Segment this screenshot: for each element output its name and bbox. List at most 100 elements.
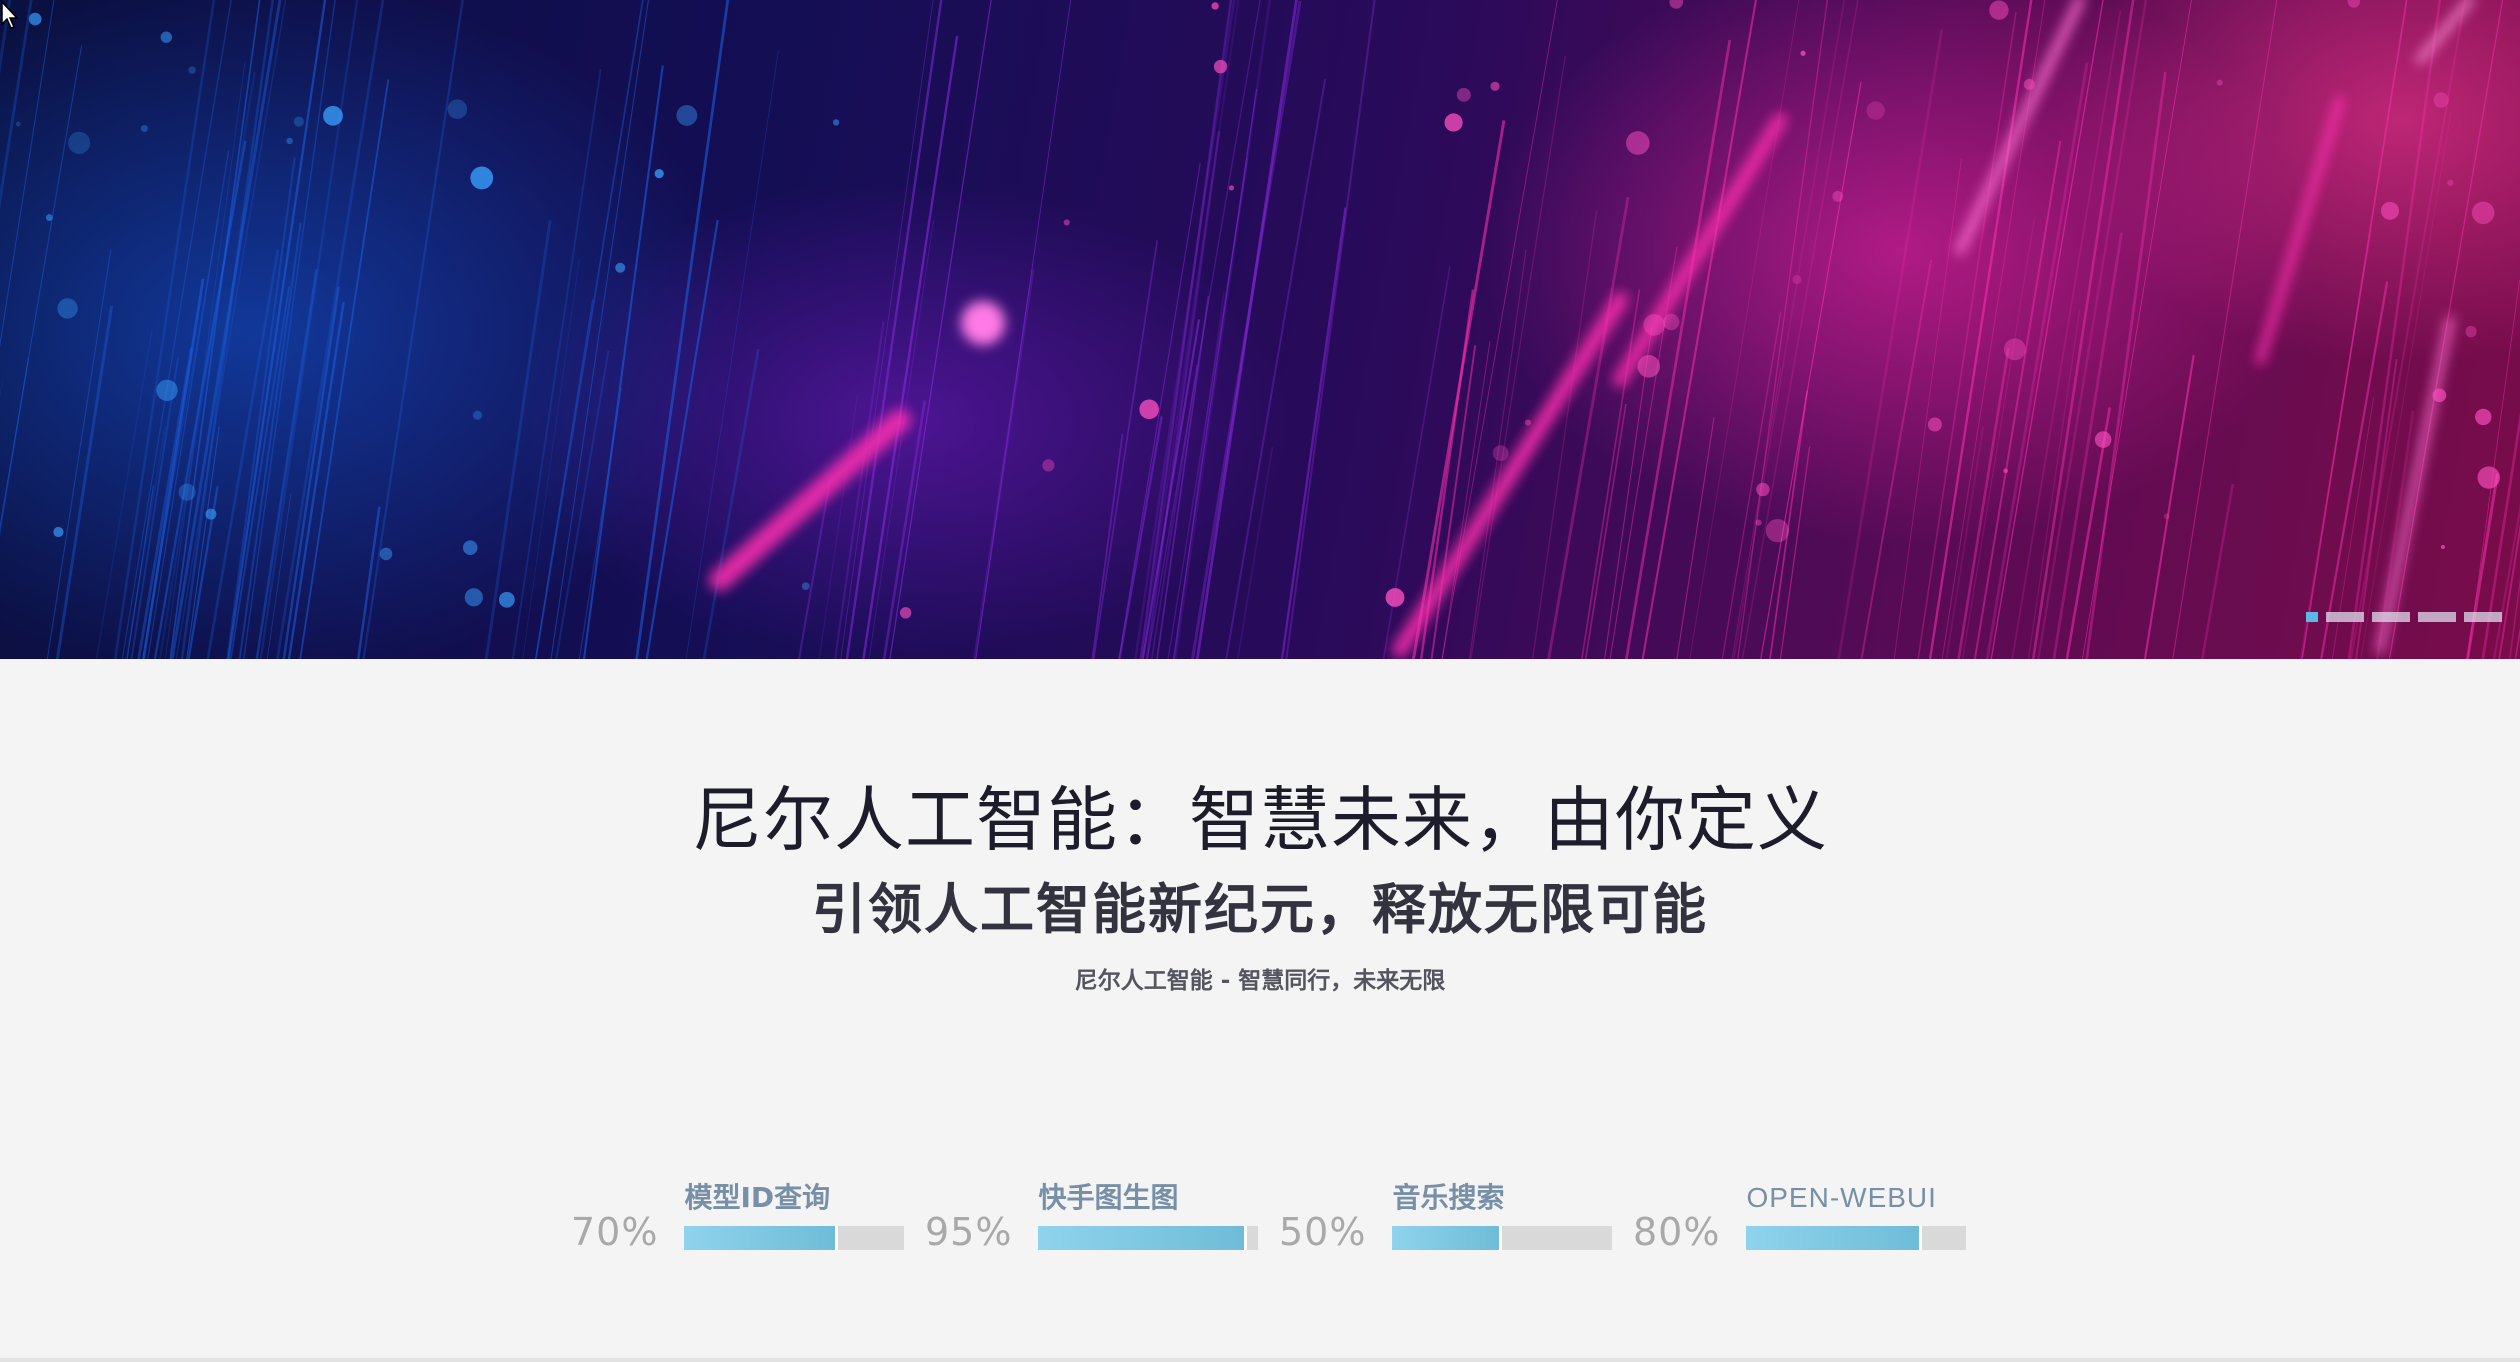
bokeh-dot xyxy=(1756,482,1770,497)
slider-pagination xyxy=(2306,612,2502,622)
light-streak xyxy=(1237,446,1274,659)
tagline: 尼尔人工智能 - 智慧同行，未来无限 xyxy=(1074,968,1446,994)
bokeh-dot xyxy=(1490,81,1500,91)
bokeh-dot xyxy=(323,105,343,126)
bokeh-dot xyxy=(615,262,626,273)
skill-item-music-search[interactable]: 50% 音乐搜索 xyxy=(1279,1180,1613,1254)
glow-streak xyxy=(2376,316,2454,654)
bokeh-dot xyxy=(1927,417,1942,432)
slider-dot-2[interactable] xyxy=(2326,612,2364,622)
light-streak xyxy=(702,348,760,659)
bokeh-dot xyxy=(188,66,196,74)
light-streak xyxy=(0,45,83,530)
bokeh-dot xyxy=(1444,113,1463,132)
light-streak xyxy=(1470,55,1566,659)
light-streak xyxy=(1173,0,1272,659)
skill-item-model-id[interactable]: 70% 模型ID查询 xyxy=(571,1180,905,1254)
progress-bar xyxy=(1038,1226,1259,1250)
light-streak xyxy=(0,358,30,537)
bokeh-dot xyxy=(2432,388,2447,403)
progress-fill xyxy=(1392,1226,1503,1250)
glow-orb xyxy=(961,301,1005,345)
light-streak xyxy=(0,0,33,210)
bokeh-dot xyxy=(498,591,515,608)
skills-list: 70% 模型ID查询 95% 快手图生图 50% 音乐搜索 80% OPEN-W… xyxy=(0,1180,2520,1254)
light-streak xyxy=(1731,367,1782,659)
skill-label[interactable]: 模型ID查询 xyxy=(684,1180,904,1216)
slider-dot-5[interactable] xyxy=(2464,612,2502,622)
light-streak xyxy=(1893,158,1962,659)
bokeh-dot xyxy=(1492,445,1509,462)
light-streak xyxy=(1990,0,2104,659)
bokeh-dot xyxy=(832,119,840,126)
glow-streak xyxy=(2255,95,2345,365)
skill-percent: 50% xyxy=(1279,1210,1367,1254)
bokeh-dot xyxy=(1800,50,1806,56)
bokeh-dot xyxy=(2347,0,2361,8)
slider-dot-1[interactable] xyxy=(2306,612,2318,622)
light-streak xyxy=(1741,0,1859,659)
bokeh-dot xyxy=(2023,78,2035,90)
bokeh-dot xyxy=(28,12,42,26)
light-streak xyxy=(1733,0,1846,659)
glow-streak xyxy=(2416,0,2474,64)
skill-item-kuaishou-img2img[interactable]: 95% 快手图生图 xyxy=(925,1180,1259,1254)
skill-label[interactable]: 音乐搜索 xyxy=(1392,1180,1612,1216)
light-streak xyxy=(645,219,719,659)
page: 尼尔人工智能：智慧未来，由你定义 引领人工智能新纪元，释放无限可能 尼尔人工智能… xyxy=(0,0,2520,1362)
light-streak xyxy=(1430,345,1477,659)
skill-item-open-webui[interactable]: 80% OPEN-WEBUI xyxy=(1633,1180,1967,1254)
light-streak xyxy=(1091,433,1124,659)
progress-fill xyxy=(1038,1226,1248,1250)
bokeh-dot xyxy=(470,166,494,190)
bokeh-dot xyxy=(447,99,468,119)
bokeh-dot xyxy=(2216,79,2223,86)
glow-streak xyxy=(1392,292,1628,658)
light-streak xyxy=(1547,196,1630,659)
bokeh-dot xyxy=(801,582,810,591)
bokeh-dot xyxy=(1643,314,1665,336)
skill-percent: 80% xyxy=(1633,1210,1721,1254)
light-streak xyxy=(1441,341,1491,659)
light-streak xyxy=(2465,473,2499,659)
light-streak xyxy=(2027,309,2081,659)
bokeh-dot xyxy=(140,124,148,132)
light-streak xyxy=(2085,71,2167,659)
light-streak xyxy=(362,0,464,659)
light-streak xyxy=(0,0,55,348)
bokeh-dot xyxy=(1792,274,1802,285)
main-title: 尼尔人工智能：智慧未来，由你定义 xyxy=(692,779,1828,861)
slider-dot-3[interactable] xyxy=(2372,612,2410,622)
skill-percent: 95% xyxy=(925,1210,1013,1254)
bokeh-dot xyxy=(205,508,217,520)
light-streak xyxy=(287,301,345,659)
bokeh-dot xyxy=(2433,92,2449,108)
light-streak xyxy=(550,0,649,659)
skill-percent: 70% xyxy=(571,1210,659,1254)
bokeh-dot xyxy=(1456,87,1471,102)
bokeh-dot xyxy=(654,169,664,179)
bokeh-dot xyxy=(2380,201,2399,220)
light-streak xyxy=(1280,207,1347,659)
bokeh-dot xyxy=(1755,519,1762,526)
bokeh-dot xyxy=(2003,468,2009,474)
bokeh-dot xyxy=(1042,459,1055,472)
light-streak xyxy=(1092,240,1159,659)
light-streak xyxy=(534,299,594,659)
light-streak xyxy=(2052,232,2123,659)
bokeh-dot xyxy=(2477,466,2500,489)
progress-bar xyxy=(1392,1226,1613,1250)
hero-image xyxy=(0,0,2520,659)
bokeh-dot xyxy=(57,298,78,319)
light-streak xyxy=(2481,412,2520,659)
bokeh-dot xyxy=(1524,419,1532,426)
light-streak xyxy=(1721,311,1782,659)
light-streak xyxy=(1285,0,1376,659)
light-streak xyxy=(1837,29,1944,659)
light-streak xyxy=(2498,523,2520,659)
bokeh-dot xyxy=(2003,338,2026,361)
light-streak xyxy=(1676,417,1715,659)
skill-label[interactable]: OPEN-WEBUI xyxy=(1746,1180,1966,1216)
skill-label[interactable]: 快手图生图 xyxy=(1038,1180,1258,1216)
slider-dot-4[interactable] xyxy=(2418,612,2456,622)
